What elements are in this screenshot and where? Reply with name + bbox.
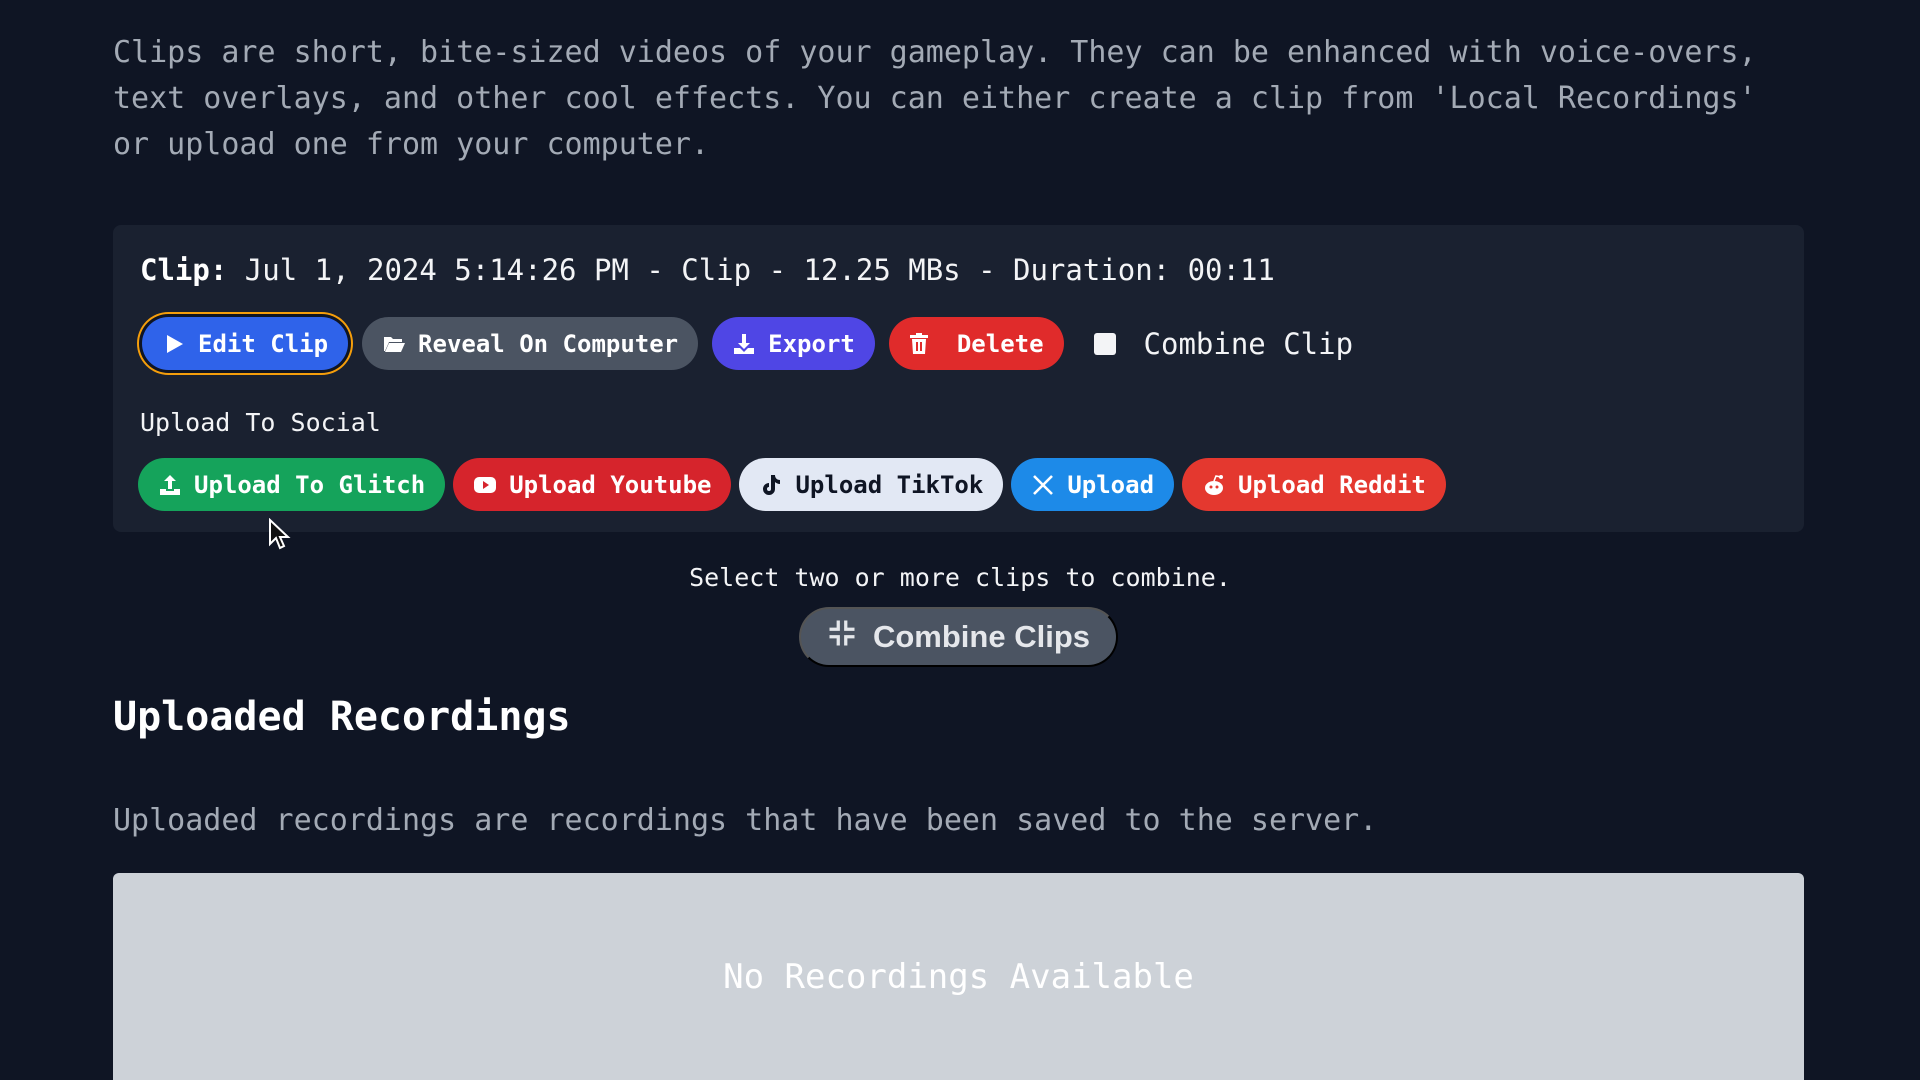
empty-state-message: No Recordings Available xyxy=(723,957,1194,997)
clips-intro: Clips are short, bite-sized videos of yo… xyxy=(113,30,1813,168)
combine-clip-checkbox[interactable] xyxy=(1093,332,1116,355)
delete-button[interactable]: Delete xyxy=(888,317,1064,370)
youtube-label: Upload Youtube xyxy=(509,470,712,499)
export-button[interactable]: Export xyxy=(712,317,875,370)
combine-clips-button[interactable]: Combine Clips xyxy=(799,607,1118,667)
clips-page: Clips are short, bite-sized videos of yo… xyxy=(0,0,1920,1080)
tiktok-label: Upload TikTok xyxy=(795,470,984,499)
glitch-label: Upload To Glitch xyxy=(194,470,426,499)
reddit-label: Upload Reddit xyxy=(1238,470,1426,499)
reddit-icon xyxy=(1202,473,1226,497)
upload-icon xyxy=(158,473,182,497)
combine-hint: Select two or more clips to combine. xyxy=(689,563,1231,592)
reveal-on-computer-button[interactable]: Reveal On Computer xyxy=(362,317,699,370)
delete-label: Delete xyxy=(956,329,1044,358)
clip-card: Clip: Jul 1, 2024 5:14:26 PM - Clip - 12… xyxy=(113,225,1804,532)
edit-clip-button[interactable]: Edit Clip xyxy=(142,317,349,370)
mouse-cursor-icon xyxy=(269,518,291,550)
play-icon xyxy=(162,332,186,356)
uploaded-recordings-description: Uploaded recordings are recordings that … xyxy=(113,803,1378,838)
upload-x-button[interactable]: Upload xyxy=(1011,458,1175,511)
uploaded-recordings-title: Uploaded Recordings xyxy=(113,694,571,740)
clip-details: Jul 1, 2024 5:14:26 PM - Clip - 12.25 MB… xyxy=(244,253,1275,287)
intro-line: Clips are short, bite-sized videos of yo… xyxy=(113,35,1757,70)
clip-label: Clip: xyxy=(140,253,228,287)
edit-clip-label: Edit Clip xyxy=(198,329,329,358)
intro-line: or upload one from your computer. xyxy=(113,127,710,162)
x-upload-label: Upload xyxy=(1067,470,1155,499)
trash-icon xyxy=(907,332,931,356)
reveal-label: Reveal On Computer xyxy=(418,329,679,358)
social-upload-buttons: Upload To Glitch Upload Youtube Upload T… xyxy=(138,458,1446,511)
upload-reddit-button[interactable]: Upload Reddit xyxy=(1182,458,1446,511)
combine-clip-toggle[interactable]: Combine Clip xyxy=(1093,326,1354,361)
x-logo-icon xyxy=(1031,473,1055,497)
combine-clips-label: Combine Clips xyxy=(872,619,1090,654)
youtube-icon xyxy=(473,473,497,497)
tiktok-icon xyxy=(759,473,783,497)
compress-icon xyxy=(827,618,857,656)
upload-tiktok-button[interactable]: Upload TikTok xyxy=(739,458,1004,511)
download-icon xyxy=(732,332,756,356)
folder-open-icon xyxy=(382,332,406,356)
export-label: Export xyxy=(768,329,855,358)
clip-title: Clip: Jul 1, 2024 5:14:26 PM - Clip - 12… xyxy=(140,253,1275,287)
upload-to-glitch-button[interactable]: Upload To Glitch xyxy=(138,458,446,511)
clip-actions: Edit Clip Reveal On Computer Export Dele… xyxy=(138,317,1353,370)
upload-to-social-heading: Upload To Social xyxy=(140,408,381,437)
uploaded-recordings-panel: No Recordings Available xyxy=(113,873,1804,1080)
combine-clip-label: Combine Clip xyxy=(1143,326,1354,361)
intro-line: text overlays, and other cool effects. Y… xyxy=(113,81,1757,116)
upload-youtube-button[interactable]: Upload Youtube xyxy=(453,458,732,511)
